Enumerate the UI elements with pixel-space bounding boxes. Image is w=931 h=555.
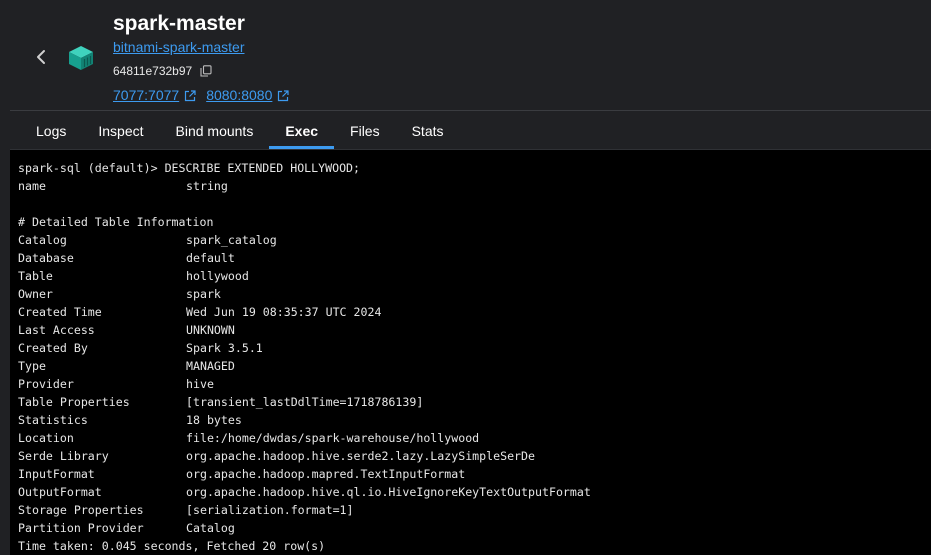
terminal-row: Table hollywood [18,267,591,285]
tab-files[interactable]: Files [334,111,396,149]
terminal-row: Storage Properties [serialization.format=… [18,501,591,519]
port-links: 7077:7077 8080:8080 [113,87,299,104]
tab-exec[interactable]: Exec [269,111,334,149]
column-type: string [186,179,228,193]
row-key: OutputFormat [18,485,102,499]
chevron-left-icon [37,50,45,64]
row-key: Created Time [18,305,102,319]
container-cube-icon [69,46,93,70]
terminal-row: Location file:/home/dwdas/spark-warehouse… [18,429,591,447]
row-key: Location [18,431,74,445]
row-key: Table [18,269,53,283]
column-name: name [18,179,46,193]
terminal-table-info: Catalog spark_catalog Database default Table… [18,231,591,537]
port-label: 8080:8080 [206,87,273,103]
row-value: [transient_lastDdlTime=1718786139] [186,395,424,409]
terminal-row: Type MANAGED [18,357,591,375]
terminal-row: Created Time Wed Jun 19 08:35:37 UTC 2024 [18,303,591,321]
row-value: spark [186,287,221,301]
row-value: org.apache.hadoop.hive.ql.io.HiveIgnoreK… [186,485,591,499]
terminal-row: InputFormat org.apache.hadoop.mapred.Text… [18,465,591,483]
container-title: spark-master [113,12,245,35]
external-link-icon [185,89,196,101]
row-key: InputFormat [18,467,95,481]
back-button[interactable] [30,46,52,68]
row-value: Spark 3.5.1 [186,341,263,355]
tab-logs[interactable]: Logs [20,111,82,149]
row-value: org.apache.hadoop.hive.serde2.lazy.LazyS… [186,449,536,463]
row-key: Partition Provider [18,521,144,535]
row-key: Created By [18,341,88,355]
row-value: Catalog [186,521,235,535]
row-value: spark_catalog [186,233,277,247]
terminal-footer: Time taken: 0.045 seconds, Fetched 20 ro… [18,539,326,553]
row-value: hollywood [186,269,249,283]
terminal-output: spark-sql (default)> DESCRIBE EXTENDED H… [18,159,591,555]
row-value: [serialization.format=1] [186,503,354,517]
row-value: 18 bytes [186,413,242,427]
row-value: org.apache.hadoop.mapred.TextInputFormat [186,467,466,481]
row-value: UNKNOWN [186,323,235,337]
port-link-7077[interactable]: 7077:7077 [113,87,196,104]
terminal-row: Statistics 18 bytes [18,411,591,429]
terminal-row: Provider hive [18,375,591,393]
terminal-column-row: name string [18,177,591,195]
terminal-row: Database default [18,249,591,267]
container-header: spark-master bitnami-spark-master 64811e… [0,0,931,110]
container-id-row: 64811e732b97 [113,63,212,79]
terminal-row: Created By Spark 3.5.1 [18,339,591,357]
port-link-8080[interactable]: 8080:8080 [206,87,289,104]
terminal-section-header: # Detailed Table Information [18,215,214,229]
row-key: Last Access [18,323,95,337]
tab-bar: Logs Inspect Bind mounts Exec Files Stat… [20,111,460,149]
row-value: Wed Jun 19 08:35:37 UTC 2024 [186,305,382,319]
exec-terminal[interactable]: spark-sql (default)> DESCRIBE EXTENDED H… [10,149,931,555]
row-value: file:/home/dwdas/spark-warehouse/hollywo… [186,431,480,445]
port-label: 7077:7077 [113,87,180,103]
terminal-row: OutputFormat org.apache.hadoop.hive.ql.io… [18,483,591,501]
terminal-row: Partition Provider Catalog [18,519,591,537]
tab-bind-mounts[interactable]: Bind mounts [160,111,270,149]
row-key: Type [18,359,46,373]
terminal-row: Catalog spark_catalog [18,231,591,249]
terminal-command-line: spark-sql (default)> DESCRIBE EXTENDED H… [18,161,361,175]
container-id: 64811e732b97 [113,64,193,78]
terminal-row: Last Access UNKNOWN [18,321,591,339]
docker-desktop-container-view: spark-master bitnami-spark-master 64811e… [0,0,931,555]
row-key: Serde Library [18,449,109,463]
row-value: default [186,251,235,265]
external-link-icon [278,89,289,101]
tab-inspect[interactable]: Inspect [82,111,159,149]
row-key: Catalog [18,233,67,247]
copy-icon[interactable] [200,65,212,77]
row-value: MANAGED [186,359,235,373]
tab-stats[interactable]: Stats [396,111,460,149]
terminal-row: Serde Library org.apache.hadoop.hive.serd… [18,447,591,465]
row-key: Database [18,251,74,265]
row-value: hive [186,377,214,391]
row-key: Storage Properties [18,503,144,517]
terminal-row: Table Properties [transient_lastDdlTime=1… [18,393,591,411]
terminal-row: Owner spark [18,285,591,303]
image-link[interactable]: bitnami-spark-master [113,39,244,56]
row-key: Statistics [18,413,88,427]
row-key: Owner [18,287,53,301]
row-key: Table Properties [18,395,130,409]
row-key: Provider [18,377,74,391]
